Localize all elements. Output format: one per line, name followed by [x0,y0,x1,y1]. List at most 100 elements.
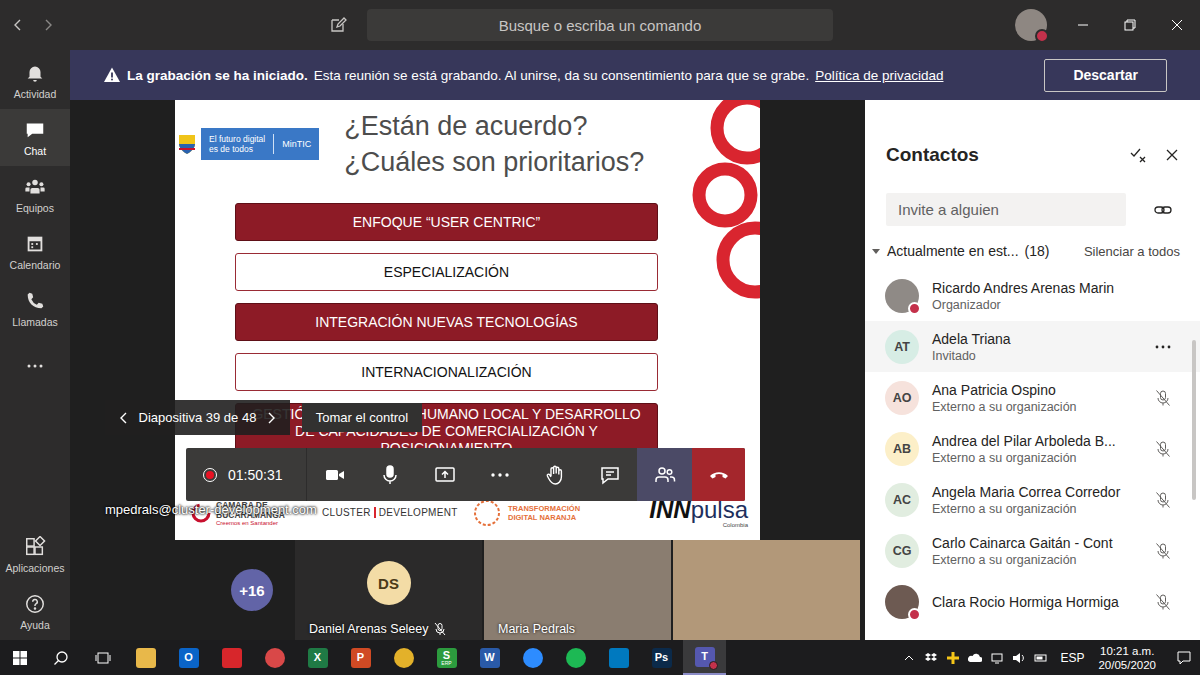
user-avatar[interactable] [1015,9,1047,41]
priority-box: ESPECIALIZACIÓN [235,253,658,291]
mic-off-icon[interactable] [1154,593,1172,611]
app-icon: T [695,647,715,667]
rail-item[interactable]: Calendario [0,223,70,280]
mic-button[interactable] [362,448,417,501]
start-button[interactable] [0,640,40,675]
app-icon [265,648,285,668]
mute-all-button[interactable]: Silenciar a todos [1084,244,1180,259]
minimize-button[interactable] [1059,0,1106,50]
forward-icon[interactable] [40,17,56,33]
participant-row[interactable]: ACAngela Maria Correa CorredorExterno a … [865,474,1200,525]
battery-icon[interactable] [1034,651,1048,665]
participant-row[interactable]: Ricardo Andres Arenas MarinOrganizador [865,270,1200,321]
clock[interactable]: 10:21 a.m.20/05/2020 [1092,644,1162,672]
mic-icon [379,464,401,486]
camera-button[interactable] [307,448,362,501]
participant-tile[interactable] [673,540,860,640]
task-view-button[interactable] [82,640,124,675]
participants-icon [654,464,676,486]
rail-item[interactable]: Equipos [0,166,70,223]
dropbox-icon[interactable] [924,651,938,665]
share-button[interactable] [417,448,472,501]
more-options-icon[interactable] [1154,338,1172,356]
call-controls: 01:50:31 [186,448,745,501]
chevron-up-icon[interactable] [902,651,916,665]
naranja-logo-icon [472,498,502,528]
notifications-icon[interactable] [1176,650,1192,666]
mic-off-icon[interactable] [1154,491,1172,509]
more-apps-button[interactable] [0,337,70,394]
close-panel-icon[interactable] [1162,145,1182,165]
language-indicator[interactable]: ESP [1060,651,1084,665]
participant-row[interactable]: Clara Rocio Hormiga Hormiga [865,576,1200,627]
presenter-email: mpedrals@cluster-development.com [105,502,317,517]
rail-item[interactable]: Llamadas [0,280,70,337]
dismiss-button[interactable]: Descartar [1044,59,1167,92]
taskbar-app[interactable]: O [167,640,210,675]
mic-off-icon[interactable] [1154,542,1172,560]
take-control-button[interactable]: Tomar el control [302,403,422,432]
panel-title: Contactos [886,144,979,166]
search-box[interactable]: Busque o escriba un comando [367,9,833,41]
mic-off-icon[interactable] [1154,440,1172,458]
taskbar-app[interactable] [511,640,554,675]
participant-tile[interactable]: DSDaniel Arenas Seleey [295,540,482,640]
slide-navigator: Diapositiva 39 de 48 [105,400,290,435]
rail-item[interactable]: Aplicaciones [0,526,70,583]
section-header[interactable]: Actualmente en est...(18)Silenciar a tod… [865,240,1200,262]
network-icon[interactable] [990,651,1004,665]
participant-row[interactable]: ATAdela TrianaInvitado [865,321,1200,372]
app-icon: X [308,648,328,668]
rail-item[interactable]: Chat [0,109,70,166]
plus-icon[interactable] [946,651,960,665]
participant-row[interactable]: ABAndrea del Pilar Arboleda B...Externo … [865,423,1200,474]
calendar-icon [24,233,46,255]
app-rail: ActividadChatEquiposCalendarioLlamadas Ap… [0,50,70,640]
presence-dot [1035,29,1049,43]
taskbar-app[interactable]: T [683,640,726,675]
more-participants-badge[interactable]: +16 [231,569,273,611]
taskbar-app[interactable] [124,640,167,675]
rail-item[interactable]: Ayuda [0,583,70,640]
search-button[interactable] [40,640,82,675]
link-icon[interactable] [1153,200,1173,220]
taskbar-app[interactable] [253,640,296,675]
participant-row[interactable]: AOAna Patricia OspinoExterno a su organi… [865,372,1200,423]
taskbar-app[interactable] [382,640,425,675]
scrollbar[interactable] [1192,340,1196,500]
participant-row[interactable]: CGCarlo Cainarca Gaitán - ContExterno a … [865,525,1200,576]
check-cross-icon[interactable] [1128,145,1148,165]
chat-button[interactable] [582,448,637,501]
onedrive-icon[interactable] [968,651,982,665]
taskbar-app[interactable]: X [296,640,339,675]
taskbar-app[interactable] [597,640,640,675]
priority-box: INTERNACIONALIZACIÓN [235,353,658,391]
volume-icon[interactable] [1012,651,1026,665]
taskbar-app[interactable]: SERP [425,640,468,675]
privacy-link[interactable]: Política de privacidad [815,68,943,83]
more-button[interactable] [472,448,527,501]
participants-button[interactable] [637,448,692,501]
taskbar-app[interactable] [554,640,597,675]
previous-slide-icon[interactable] [117,411,131,425]
compose-icon[interactable] [329,16,347,34]
app-icon [523,648,543,668]
mic-off-icon[interactable] [1154,389,1172,407]
taskbar-app[interactable]: Ps [640,640,683,675]
close-button[interactable] [1153,0,1200,50]
taskbar-app[interactable]: W [468,640,511,675]
help-icon [24,593,46,615]
taskbar-app[interactable]: P [339,640,382,675]
hand-button[interactable] [527,448,582,501]
invite-input[interactable]: Invite a alguien [886,193,1126,226]
participant-avatar: AT [885,330,919,364]
rail-item[interactable]: Actividad [0,52,70,109]
hangup-button[interactable] [692,448,745,501]
participant-tile[interactable]: Maria Pedrals [484,540,671,640]
next-slide-icon[interactable] [264,411,278,425]
more-icon [26,357,44,375]
bell-icon [24,62,46,84]
back-icon[interactable] [10,17,26,33]
restore-button[interactable] [1106,0,1153,50]
taskbar-app[interactable] [210,640,253,675]
